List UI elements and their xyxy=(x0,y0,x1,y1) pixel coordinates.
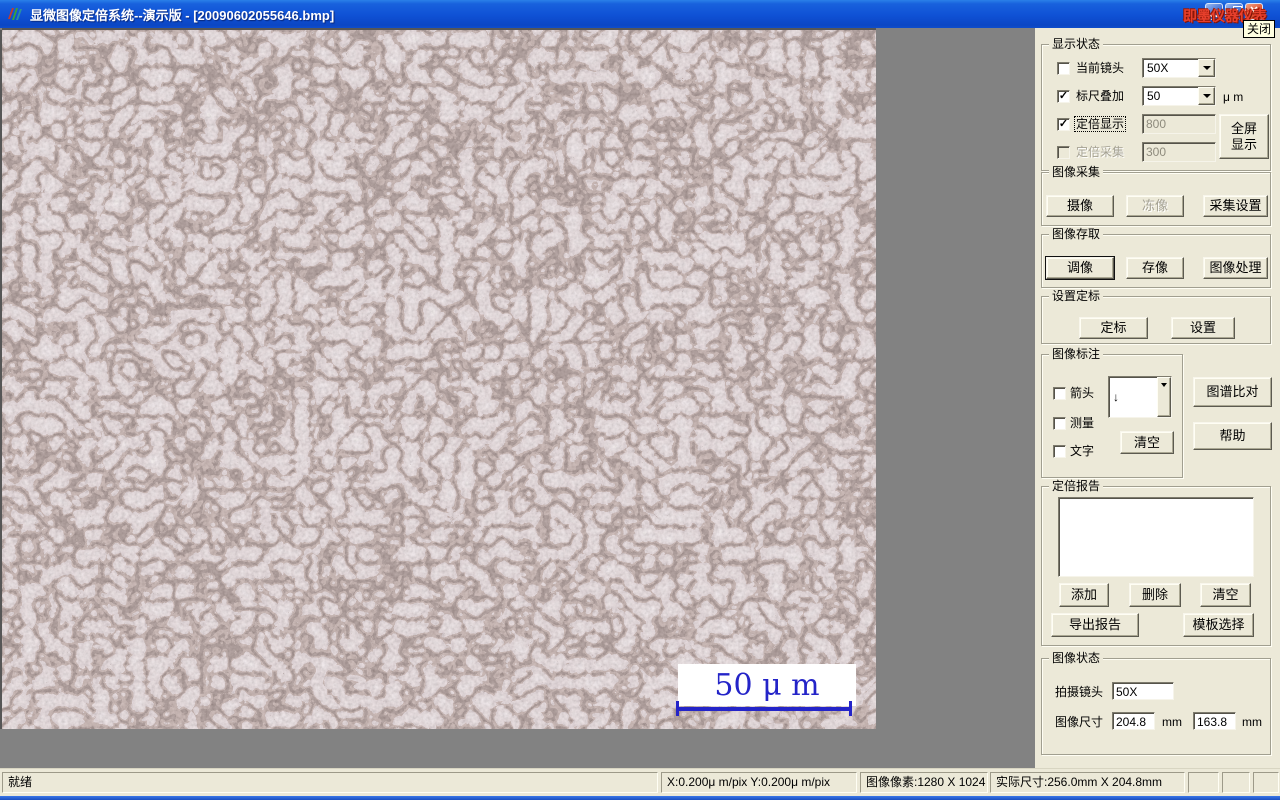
calibrate-button[interactable]: 定标 xyxy=(1079,317,1148,339)
report-clear-button[interactable]: 清空 xyxy=(1200,583,1251,607)
annotation-arrow-icon: ↓ xyxy=(1113,390,1119,404)
status-empty-panel xyxy=(1253,772,1279,793)
scale-bar-label: 50 μ m xyxy=(714,667,820,703)
window-controls: ✕ xyxy=(1205,3,1263,20)
arrow-style-dropdown-button[interactable] xyxy=(1157,377,1171,417)
window-bottom-border xyxy=(0,796,1280,800)
checkbox-text[interactable] xyxy=(1053,445,1066,458)
label-image-size: 图像尺寸 xyxy=(1055,715,1104,729)
group-annotation-title: 图像标注 xyxy=(1049,347,1104,362)
fullscreen-button[interactable]: 全屏 显示 xyxy=(1219,114,1269,159)
label-current-lens: 当前镜头 xyxy=(1076,61,1125,75)
label-scale-overlay: 标尺叠加 xyxy=(1076,89,1125,103)
calibration-setup-button[interactable]: 设置 xyxy=(1171,317,1235,339)
group-calibration-title: 设置定标 xyxy=(1049,289,1104,304)
template-select-button[interactable]: 模板选择 xyxy=(1183,613,1254,637)
atlas-compare-button[interactable]: 图谱比对 xyxy=(1193,377,1272,407)
image-process-button[interactable]: 图像处理 xyxy=(1203,257,1268,279)
scale-combobox-dropdown-button[interactable] xyxy=(1198,87,1215,105)
lens-combobox-dropdown-button[interactable] xyxy=(1198,59,1215,77)
minimize-icon xyxy=(1210,15,1218,17)
label-measure: 测量 xyxy=(1070,416,1095,430)
restore-icon xyxy=(1230,6,1242,16)
scale-combobox-value: 50 xyxy=(1147,89,1161,103)
app-icon xyxy=(5,5,25,23)
label-scale-unit: μ m xyxy=(1223,90,1244,104)
help-button[interactable]: 帮助 xyxy=(1193,422,1272,450)
report-listbox[interactable] xyxy=(1058,497,1254,577)
report-delete-button[interactable]: 删除 xyxy=(1129,583,1181,607)
scale-bar: 50 μ m xyxy=(678,664,856,706)
group-image-status-title: 图像状态 xyxy=(1049,651,1104,666)
close-tooltip: 关闭 xyxy=(1243,20,1276,38)
checkbox-scale-overlay[interactable]: ✓ xyxy=(1057,90,1070,103)
chevron-down-icon xyxy=(1202,94,1211,102)
status-bar: 就绪 X:0.200μ m/pix Y:0.200μ m/pix 图像像素:12… xyxy=(0,768,1280,796)
status-ready: 就绪 xyxy=(2,772,658,793)
freeze-button: 冻像 xyxy=(1126,195,1184,217)
checkbox-measure[interactable] xyxy=(1053,417,1066,430)
group-display-status: 显示状态 当前镜头 50X ✓ 标尺叠加 50 μ m ✓ 定倍显示 800 定 xyxy=(1041,37,1271,171)
arrow-style-combobox[interactable]: ↓ xyxy=(1108,376,1172,418)
image-canvas-background: 50 μ m xyxy=(0,28,1035,768)
group-storage-title: 图像存取 xyxy=(1049,227,1104,242)
close-icon: ✕ xyxy=(1249,5,1259,17)
chevron-down-icon xyxy=(1161,383,1167,390)
shooting-lens-field[interactable]: 50X xyxy=(1112,682,1174,700)
status-actual-size: 实际尺寸:256.0mm X 204.8mm xyxy=(990,772,1185,793)
control-panel: 显示状态 当前镜头 50X ✓ 标尺叠加 50 μ m ✓ 定倍显示 800 定 xyxy=(1035,28,1280,768)
group-annotation: 图像标注 箭头 测量 文字 ↓ 清空 xyxy=(1041,347,1183,478)
window-title: 显微图像定倍系统--演示版 - [20090602055646.bmp] xyxy=(30,7,335,23)
label-width-unit: mm xyxy=(1162,715,1182,729)
capture-settings-button[interactable]: 采集设置 xyxy=(1203,195,1268,217)
load-image-button[interactable]: 调像 xyxy=(1045,256,1115,280)
checkbox-fixed-capture xyxy=(1057,146,1070,159)
status-pixel-scale: X:0.200μ m/pix Y:0.200μ m/pix xyxy=(661,772,857,793)
restore-button[interactable] xyxy=(1225,3,1243,20)
shoot-button[interactable]: 摄像 xyxy=(1046,195,1114,217)
annotation-clear-button[interactable]: 清空 xyxy=(1120,431,1174,454)
lens-combobox[interactable]: 50X xyxy=(1142,58,1216,78)
status-empty-panel xyxy=(1188,772,1219,793)
label-text: 文字 xyxy=(1070,444,1095,458)
lens-combobox-value: 50X xyxy=(1147,61,1169,75)
group-display-status-title: 显示状态 xyxy=(1049,37,1104,52)
app-window: 显微图像定倍系统--演示版 - [20090602055646.bmp] 即墨仪… xyxy=(0,0,1280,800)
checkbox-current-lens[interactable] xyxy=(1057,62,1070,75)
client-area: 50 μ m 显示状态 当前镜头 50X ✓ 标尺叠加 50 μ m ✓ 定倍显… xyxy=(0,28,1280,768)
group-capture-title: 图像采集 xyxy=(1049,165,1104,180)
image-width-field[interactable]: 204.8 xyxy=(1112,712,1155,730)
image-height-field[interactable]: 163.8 xyxy=(1193,712,1236,730)
micrograph-image[interactable]: 50 μ m xyxy=(2,30,876,729)
title-bar: 显微图像定倍系统--演示版 - [20090602055646.bmp] 即墨仪… xyxy=(0,0,1280,38)
group-calibration: 设置定标 定标 设置 xyxy=(1041,289,1271,344)
export-report-button[interactable]: 导出报告 xyxy=(1051,613,1139,637)
label-height-unit: mm xyxy=(1242,715,1262,729)
group-report-title: 定倍报告 xyxy=(1049,479,1104,494)
scale-bar-line xyxy=(676,701,852,716)
check-icon: ✓ xyxy=(1058,118,1069,130)
scale-combobox[interactable]: 50 xyxy=(1142,86,1216,106)
group-image-status: 图像状态 拍摄镜头 50X 图像尺寸 204.8 mm 163.8 mm xyxy=(1041,651,1271,755)
close-button[interactable]: ✕ xyxy=(1245,3,1263,20)
fixed-display-field: 800 xyxy=(1142,114,1216,134)
label-fixed-display: 定倍显示 xyxy=(1073,116,1127,132)
check-icon: ✓ xyxy=(1058,90,1069,102)
checkbox-arrow[interactable] xyxy=(1053,387,1066,400)
group-report: 定倍报告 添加 删除 清空 导出报告 模板选择 xyxy=(1041,479,1271,646)
status-image-pixels: 图像像素:1280 X 1024 xyxy=(860,772,988,793)
checkbox-fixed-display[interactable]: ✓ xyxy=(1057,118,1070,131)
status-empty-panel xyxy=(1222,772,1250,793)
label-arrow: 箭头 xyxy=(1070,386,1095,400)
label-fixed-capture: 定倍采集 xyxy=(1076,145,1125,159)
report-add-button[interactable]: 添加 xyxy=(1059,583,1109,607)
chevron-down-icon xyxy=(1202,66,1211,74)
minimize-button[interactable] xyxy=(1205,3,1223,20)
group-storage: 图像存取 调像 存像 图像处理 xyxy=(1041,227,1271,288)
label-shooting-lens: 拍摄镜头 xyxy=(1055,685,1104,699)
fixed-capture-field: 300 xyxy=(1142,142,1216,162)
save-image-button[interactable]: 存像 xyxy=(1126,257,1184,279)
group-capture: 图像采集 摄像 冻像 采集设置 xyxy=(1041,165,1271,226)
